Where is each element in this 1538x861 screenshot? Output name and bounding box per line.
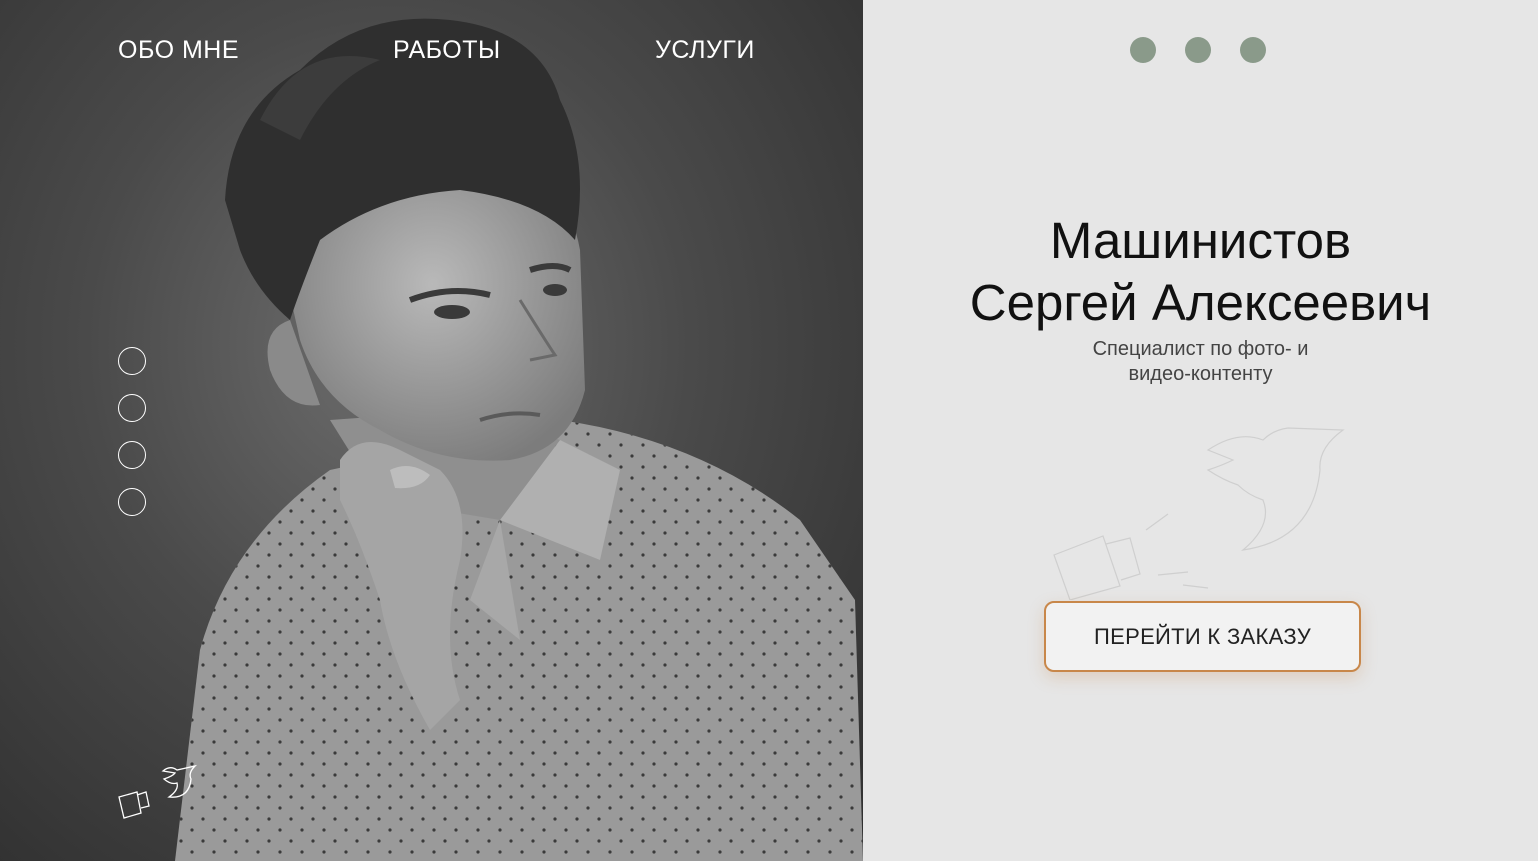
name-line-2: Сергей Алексеевич	[969, 274, 1432, 331]
menu-dot	[1130, 37, 1156, 63]
role-line-1: Специалист по фото- и	[1092, 338, 1309, 360]
person-role: Специалист по фото- и видео-контенту	[863, 337, 1538, 387]
menu-dot	[1240, 37, 1266, 63]
hero-content-panel: Машинистов Сергей Алексеевич Специалист …	[863, 0, 1538, 861]
menu-dot	[1185, 37, 1211, 63]
role-line-2: видео-контенту	[1128, 363, 1273, 385]
slide-indicator-2[interactable]	[118, 394, 146, 422]
portrait-photo	[175, 18, 863, 861]
bird-camera-watermark-icon	[1053, 427, 1345, 600]
nav-works[interactable]: РАБОТЫ	[393, 36, 501, 65]
nav-about[interactable]: ОБО МНЕ	[118, 36, 239, 65]
three-dot-menu-icon[interactable]	[1130, 37, 1266, 63]
hero-photo-panel: ОБО МНЕ РАБОТЫ УСЛУГИ	[0, 0, 863, 861]
slide-indicator-4[interactable]	[118, 488, 146, 516]
slide-indicator-1[interactable]	[118, 347, 146, 375]
slide-indicator-3[interactable]	[118, 441, 146, 469]
bird-camera-logo-icon	[118, 764, 198, 819]
nav-services[interactable]: УСЛУГИ	[655, 36, 755, 65]
order-button[interactable]: ПЕРЕЙТИ К ЗАКАЗУ	[1044, 601, 1361, 672]
name-line-1: Машинистов	[1049, 212, 1352, 269]
person-name: Машинистов Сергей Алексеевич	[863, 210, 1538, 334]
